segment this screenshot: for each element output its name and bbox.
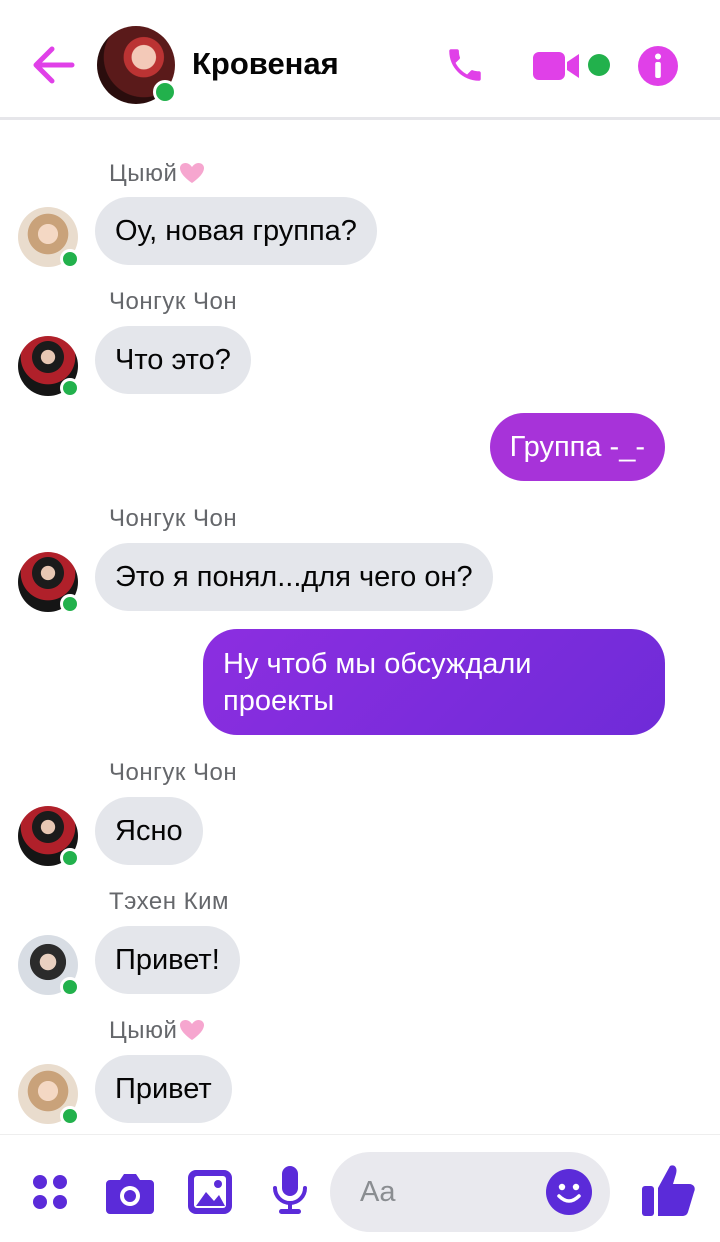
outgoing-message-bubble[interactable]: Группа -_-	[489, 413, 665, 481]
online-indicator	[60, 977, 80, 997]
avatar[interactable]	[18, 935, 80, 997]
active-call-indicator	[588, 54, 610, 76]
sender-name: Цыюй	[109, 160, 205, 188]
message-input-placeholder: Aa	[360, 1176, 396, 1208]
avatar[interactable]	[18, 806, 80, 868]
microphone-icon[interactable]	[270, 1166, 310, 1216]
grid-menu-icon[interactable]	[30, 1172, 70, 1212]
back-arrow-icon[interactable]	[28, 40, 78, 90]
avatar[interactable]	[18, 336, 80, 398]
outgoing-message-bubble[interactable]: Ну чтоб мы обсуждали проекты	[203, 629, 665, 735]
video-call-icon[interactable]	[533, 50, 581, 82]
online-indicator	[60, 594, 80, 614]
phone-call-icon[interactable]	[444, 44, 486, 86]
online-indicator	[60, 1106, 80, 1126]
sender-name: Чонгук Чон	[109, 288, 238, 315]
chat-title[interactable]: Кровеная	[192, 46, 339, 82]
online-indicator	[60, 249, 80, 269]
camera-icon[interactable]	[106, 1170, 154, 1214]
sender-name: Цыюй	[109, 1017, 205, 1045]
online-indicator	[60, 378, 80, 398]
info-icon[interactable]	[637, 45, 679, 87]
avatar[interactable]	[18, 1064, 80, 1126]
image-icon[interactable]	[188, 1170, 232, 1214]
sender-name: Чонгук Чон	[109, 505, 238, 532]
sender-name: Тэхен Ким	[109, 888, 230, 915]
sender-name: Чонгук Чон	[109, 759, 238, 786]
avatar[interactable]	[18, 552, 80, 614]
incoming-message-bubble[interactable]: Что это?	[95, 326, 251, 394]
chat-header: Кровеная	[0, 0, 720, 120]
incoming-message-bubble[interactable]: Это я понял...для чего он?	[95, 543, 493, 611]
group-avatar[interactable]	[97, 26, 177, 104]
heart-icon	[180, 163, 205, 183]
incoming-message-bubble[interactable]: Ясно	[95, 797, 203, 865]
incoming-message-bubble[interactable]: Привет	[95, 1055, 232, 1123]
emoji-icon[interactable]	[546, 1169, 592, 1215]
online-indicator	[153, 80, 177, 104]
online-indicator	[60, 848, 80, 868]
message-input[interactable]: Aa	[330, 1152, 610, 1232]
thumbs-up-icon[interactable]	[642, 1162, 696, 1218]
incoming-message-bubble[interactable]: Привет!	[95, 926, 240, 994]
incoming-message-bubble[interactable]: Оу, новая группа?	[95, 197, 377, 265]
avatar[interactable]	[18, 207, 80, 269]
heart-icon	[180, 1020, 205, 1040]
